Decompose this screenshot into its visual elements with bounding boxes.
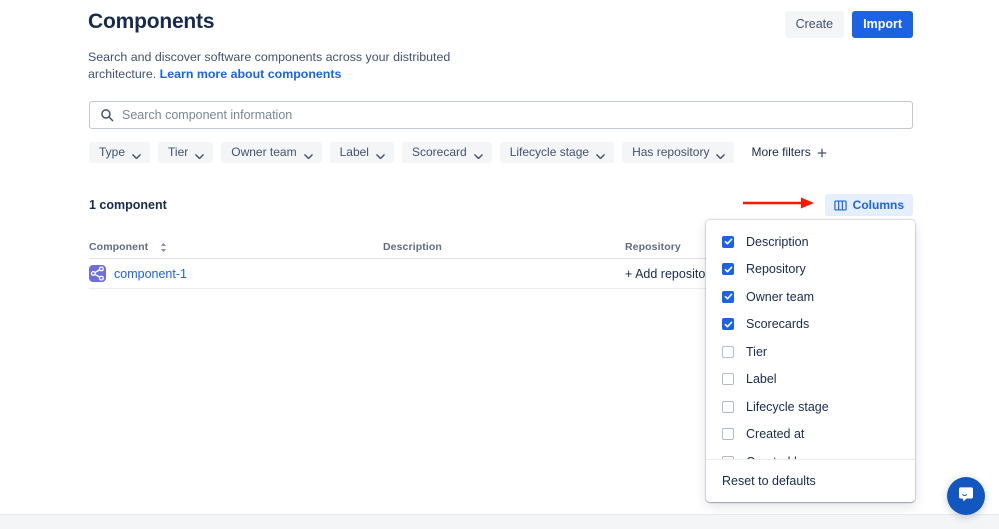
checkbox-unchecked-icon[interactable]	[722, 400, 734, 413]
chevron-down-icon	[596, 149, 605, 159]
checkbox-unchecked-icon[interactable]	[722, 455, 734, 459]
create-button[interactable]: Create	[784, 11, 845, 38]
filter-chip-has-repository[interactable]: Has repository	[622, 141, 735, 163]
column-option-label: Tier	[746, 344, 768, 359]
checkbox-unchecked-icon[interactable]	[722, 428, 734, 441]
columns-button-label: Columns	[852, 198, 904, 212]
search-icon	[100, 108, 114, 122]
page-description: Search and discover software components …	[88, 49, 488, 82]
column-option-label: Repository	[746, 262, 806, 277]
chevron-down-icon	[303, 149, 313, 159]
checkbox-unchecked-icon[interactable]	[722, 345, 734, 358]
filter-chip-label: Tier	[168, 145, 189, 159]
more-filters-button[interactable]: More filters	[747, 140, 830, 164]
header-actions: Create Import	[784, 11, 913, 38]
chat-launcher-button[interactable]	[947, 477, 985, 515]
column-option-label[interactable]: Label	[706, 366, 915, 394]
filter-chip-label: Scorecard	[411, 145, 467, 159]
chevron-down-icon	[195, 149, 205, 159]
page-header: Components Create Import	[88, 8, 913, 42]
filter-chip-label: Label	[339, 145, 369, 159]
checkbox-unchecked-icon[interactable]	[722, 373, 734, 386]
column-option-label: Created at	[746, 427, 805, 442]
page-title: Components	[88, 10, 215, 33]
filter-chip-label: Lifecycle stage	[509, 145, 590, 159]
table-cell-component: component-1	[89, 265, 383, 282]
column-option-created-at[interactable]: Created at	[706, 421, 915, 449]
filter-chip-label: Has repository	[632, 145, 710, 159]
filter-chip-scorecard[interactable]: Scorecard	[401, 141, 492, 163]
filter-chip-lifecycle-stage[interactable]: Lifecycle stage	[499, 141, 615, 163]
learn-more-link[interactable]: Learn more about components	[160, 67, 342, 81]
filter-bar: Type Tier Owner team Label Scorecard Lif…	[89, 140, 831, 164]
columns-dropdown-list[interactable]: Description Repository Owner team Scorec…	[706, 220, 915, 459]
component-name-link[interactable]: component-1	[114, 267, 187, 281]
chevron-down-icon	[716, 149, 726, 159]
reset-to-defaults-button[interactable]: Reset to defaults	[706, 459, 915, 502]
columns-dropdown-panel: Description Repository Owner team Scorec…	[706, 220, 915, 502]
left-gutter	[0, 0, 88, 515]
red-arrow-annotation	[743, 197, 814, 209]
filter-chip-label: Type	[99, 145, 126, 159]
chevron-down-icon	[132, 149, 141, 159]
checkbox-checked-icon[interactable]	[722, 263, 734, 276]
column-header-description[interactable]: Description	[383, 241, 625, 253]
chevron-down-icon	[473, 149, 483, 159]
filter-chip-type[interactable]: Type	[89, 141, 151, 163]
columns-button[interactable]: Columns	[824, 194, 913, 216]
result-count: 1 component	[89, 198, 167, 212]
column-option-label: Label	[746, 372, 777, 387]
sort-updown-icon	[160, 242, 167, 252]
column-option-tier[interactable]: Tier	[706, 338, 915, 366]
reset-to-defaults-label: Reset to defaults	[722, 474, 816, 488]
column-header-component[interactable]: Component	[89, 241, 383, 253]
column-option-label: Description	[746, 234, 809, 249]
add-repository-link[interactable]: + Add repository	[625, 267, 716, 281]
column-option-lifecycle-stage[interactable]: Lifecycle stage	[706, 393, 915, 421]
component-share-icon	[89, 265, 106, 282]
column-option-repository[interactable]: Repository	[706, 256, 915, 284]
column-option-label: Scorecards	[746, 317, 810, 332]
column-option-label: Created by	[746, 455, 807, 459]
column-option-description[interactable]: Description	[706, 228, 915, 256]
checkbox-checked-icon[interactable]	[722, 318, 734, 331]
search-input[interactable]	[122, 108, 912, 122]
more-filters-label: More filters	[751, 145, 811, 159]
page-root: Components Create Import Search and disc…	[0, 0, 999, 529]
chat-bubble-icon	[957, 485, 975, 508]
columns-icon	[833, 199, 847, 212]
filter-chip-tier[interactable]: Tier	[158, 141, 214, 163]
filter-chip-owner-team[interactable]: Owner team	[221, 141, 322, 163]
filter-chip-label[interactable]: Label	[329, 141, 394, 163]
checkbox-checked-icon[interactable]	[722, 235, 734, 248]
chevron-down-icon	[376, 149, 385, 159]
column-header-label: Component	[89, 241, 149, 253]
column-option-scorecards[interactable]: Scorecards	[706, 311, 915, 339]
column-option-label: Lifecycle stage	[746, 399, 829, 414]
checkbox-checked-icon[interactable]	[722, 290, 734, 303]
plus-icon	[817, 147, 827, 158]
import-button[interactable]: Import	[852, 11, 913, 38]
bottom-strip	[0, 514, 999, 529]
search-bar[interactable]	[89, 101, 913, 129]
column-option-owner-team[interactable]: Owner team	[706, 283, 915, 311]
column-option-label: Owner team	[746, 289, 815, 304]
filter-chip-label: Owner team	[231, 145, 297, 159]
column-option-created-by[interactable]: Created by	[706, 448, 915, 459]
